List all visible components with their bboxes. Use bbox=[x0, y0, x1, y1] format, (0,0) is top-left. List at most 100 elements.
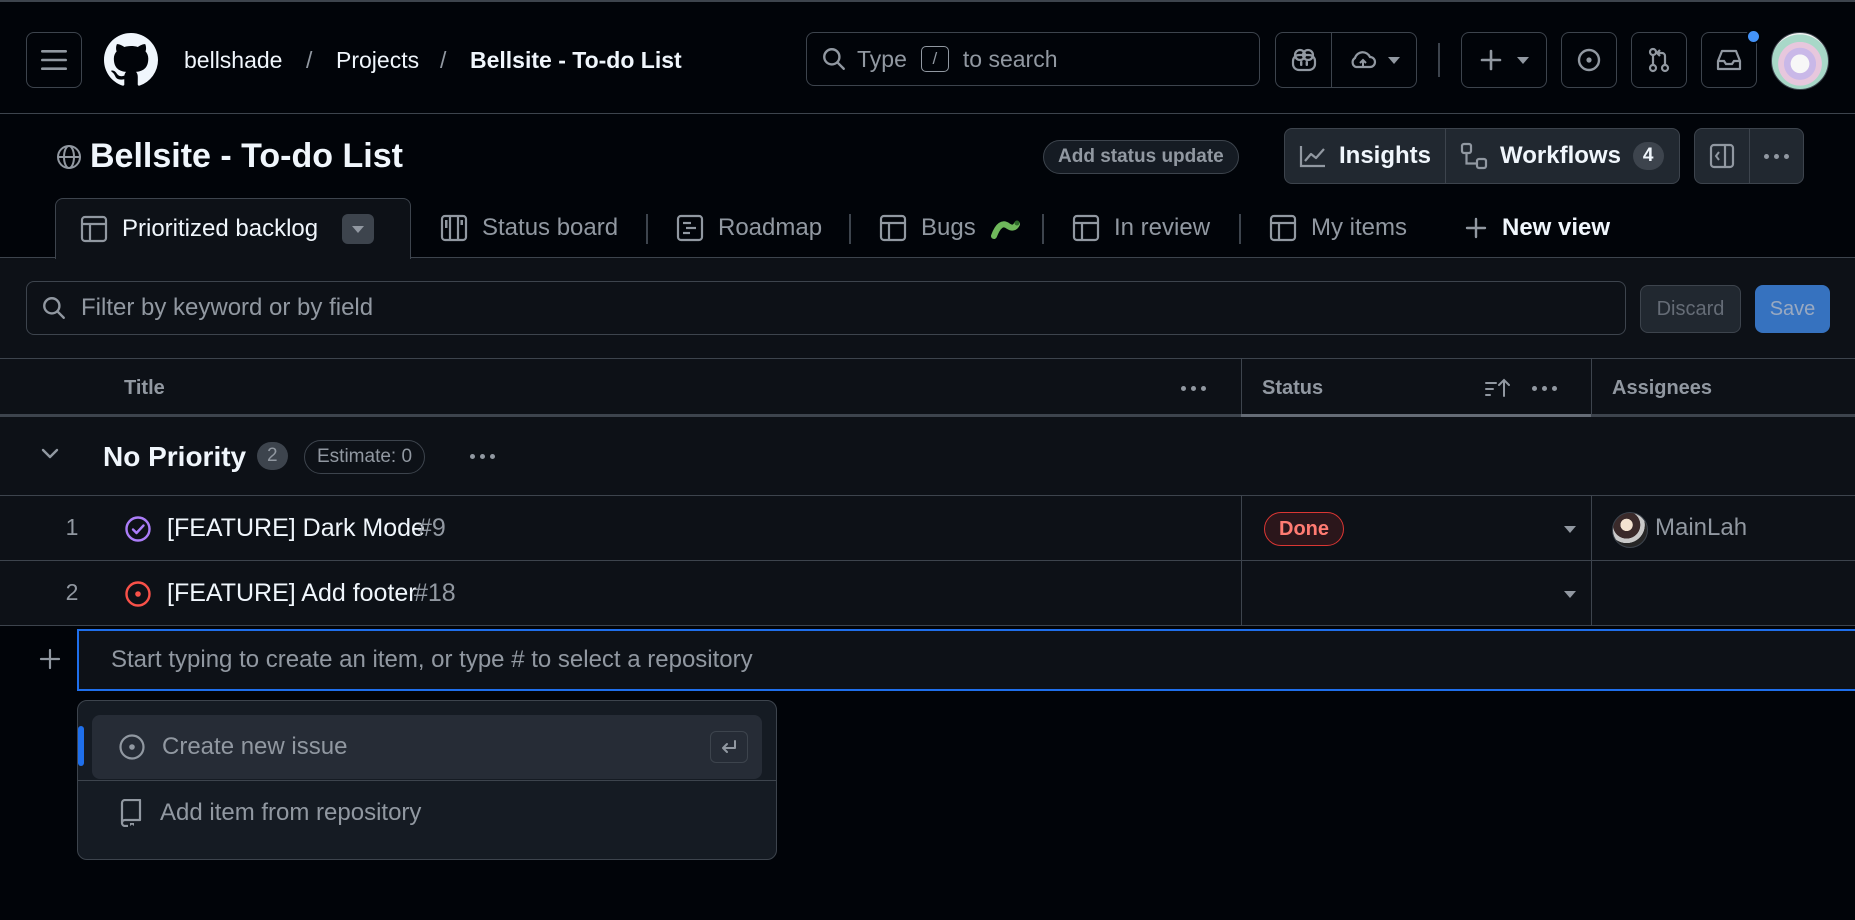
insights-label: Insights bbox=[1339, 142, 1432, 169]
menu-button[interactable] bbox=[26, 32, 82, 88]
status-dropdown-icon[interactable] bbox=[1564, 591, 1576, 598]
tab-separator bbox=[1042, 214, 1044, 244]
create-new-button[interactable] bbox=[1461, 32, 1547, 88]
workflows-label: Workflows bbox=[1500, 142, 1621, 169]
breadcrumb-owner[interactable]: bellshade bbox=[184, 47, 282, 74]
copilot-button[interactable] bbox=[1276, 33, 1332, 87]
item-title[interactable]: [FEATURE] Add footer bbox=[167, 579, 417, 608]
new-item-input[interactable]: Start typing to create an item, or type … bbox=[77, 629, 1855, 691]
breadcrumb-separator: / bbox=[440, 47, 447, 73]
table-icon bbox=[1269, 214, 1297, 242]
pull-requests-button[interactable] bbox=[1631, 32, 1687, 88]
filter-placeholder: Filter by keyword or by field bbox=[81, 294, 374, 321]
row-index: 2 bbox=[65, 579, 79, 605]
table-row[interactable]: 2 [FEATURE] Add footer #18 bbox=[0, 561, 1855, 626]
search-shortcut-key: / bbox=[920, 46, 949, 72]
issues-button[interactable] bbox=[1561, 32, 1617, 88]
tab-my-items[interactable]: My items bbox=[1269, 198, 1407, 258]
group-count: 2 bbox=[257, 442, 288, 470]
sort-ascending-icon[interactable] bbox=[1484, 377, 1514, 399]
status-badge[interactable]: Done bbox=[1264, 512, 1344, 546]
menu-item-label: Add item from repository bbox=[160, 799, 422, 826]
assignee-name[interactable]: MainLah bbox=[1655, 514, 1747, 542]
view-options-button[interactable] bbox=[342, 214, 375, 244]
tab-in-review[interactable]: In review bbox=[1072, 198, 1210, 258]
table-header: Title Status Assignees bbox=[0, 359, 1855, 417]
search-suffix: to search bbox=[962, 45, 1058, 72]
assignee-avatar bbox=[1612, 512, 1648, 548]
inbox-icon bbox=[1716, 49, 1742, 71]
tab-label: Roadmap bbox=[718, 214, 823, 241]
project-title-text: Bellsite - To-do List bbox=[90, 137, 403, 175]
column-resize-handle[interactable] bbox=[1591, 359, 1592, 417]
column-resize-handle[interactable] bbox=[1241, 359, 1242, 417]
workflows-button[interactable]: Workflows 4 bbox=[1446, 129, 1677, 183]
chevron-down-icon[interactable] bbox=[40, 447, 60, 461]
tab-label: In review bbox=[1114, 214, 1211, 241]
global-search-input[interactable]: Type / to search bbox=[806, 32, 1260, 86]
create-new-issue-option[interactable]: Create new issue bbox=[92, 715, 762, 779]
github-logo[interactable] bbox=[104, 33, 158, 87]
column-menu-icon[interactable] bbox=[1181, 386, 1206, 391]
column-header-assignees[interactable]: Assignees bbox=[1612, 377, 1712, 400]
header-divider bbox=[1438, 43, 1440, 77]
insights-workflows-group: Insights Workflows 4 bbox=[1284, 128, 1680, 184]
group-menu-icon[interactable] bbox=[470, 454, 495, 459]
workflow-icon bbox=[1460, 142, 1488, 170]
tab-separator bbox=[646, 214, 648, 244]
row-index: 1 bbox=[65, 514, 79, 540]
tab-status-board[interactable]: Status board bbox=[440, 198, 618, 258]
issue-open-icon bbox=[125, 581, 151, 607]
item-number: #18 bbox=[414, 579, 456, 607]
notification-dot bbox=[1746, 29, 1761, 44]
tab-label: Status board bbox=[482, 214, 619, 241]
tab-bugs[interactable]: Bugs bbox=[879, 198, 1020, 258]
add-status-update-button[interactable]: Add status update bbox=[1043, 140, 1239, 174]
copilot-dropdown-button[interactable] bbox=[1332, 33, 1416, 87]
sidebar-expand-icon bbox=[1709, 143, 1735, 169]
tab-label: My items bbox=[1311, 214, 1407, 241]
column-header-status[interactable]: Status bbox=[1262, 377, 1323, 400]
filter-input[interactable]: Filter by keyword or by field bbox=[26, 281, 1626, 335]
globe-icon bbox=[57, 144, 81, 169]
add-item-from-repository-option[interactable]: Add item from repository bbox=[92, 781, 762, 845]
cell-divider bbox=[1241, 496, 1242, 561]
table-row[interactable]: 1 [FEATURE] Dark Mode #9 Done MainLah bbox=[0, 496, 1855, 561]
global-header: bellshade / Projects / Bellsite - To-do … bbox=[0, 0, 1855, 114]
tab-prioritized-backlog[interactable]: Prioritized backlog bbox=[55, 198, 411, 259]
chevron-down-icon bbox=[352, 225, 365, 233]
chevron-down-icon bbox=[1388, 56, 1400, 64]
user-avatar[interactable] bbox=[1771, 32, 1829, 90]
breadcrumb-project[interactable]: Bellsite - To-do List bbox=[470, 47, 682, 74]
breadcrumb-projects[interactable]: Projects bbox=[336, 47, 419, 74]
new-view-button[interactable]: New view bbox=[1464, 198, 1610, 258]
cell-divider bbox=[1241, 561, 1242, 626]
status-dropdown-icon[interactable] bbox=[1564, 526, 1576, 533]
roadmap-icon bbox=[676, 214, 704, 242]
column-header-title[interactable]: Title bbox=[124, 377, 165, 400]
discard-button[interactable]: Discard bbox=[1640, 285, 1741, 333]
item-number: #9 bbox=[418, 514, 446, 542]
column-menu-icon[interactable] bbox=[1532, 386, 1557, 391]
view-tabs: Prioritized backlog Status board Roadmap… bbox=[0, 198, 1855, 259]
item-title[interactable]: [FEATURE] Dark Mode bbox=[167, 514, 425, 543]
workflows-count: 4 bbox=[1632, 142, 1664, 170]
search-prefix: Type bbox=[857, 45, 907, 72]
table-icon bbox=[879, 214, 907, 242]
toggle-side-panel-button[interactable] bbox=[1695, 129, 1749, 183]
cell-divider bbox=[1591, 561, 1592, 626]
insights-button[interactable]: Insights bbox=[1285, 129, 1445, 183]
graph-icon bbox=[1299, 146, 1325, 168]
tab-label: Bugs bbox=[921, 214, 976, 241]
cell-divider bbox=[1591, 496, 1592, 561]
project-menu-button[interactable] bbox=[1750, 129, 1803, 183]
breadcrumb-separator: / bbox=[306, 47, 313, 73]
panel-menu-group bbox=[1694, 128, 1804, 184]
board-icon bbox=[440, 214, 468, 242]
cloud-icon bbox=[1351, 51, 1377, 69]
tab-separator bbox=[849, 214, 851, 244]
menu-icon bbox=[41, 50, 67, 70]
save-button[interactable]: Save bbox=[1755, 285, 1830, 333]
plus-icon bbox=[1465, 217, 1487, 239]
tab-roadmap[interactable]: Roadmap bbox=[676, 198, 822, 258]
